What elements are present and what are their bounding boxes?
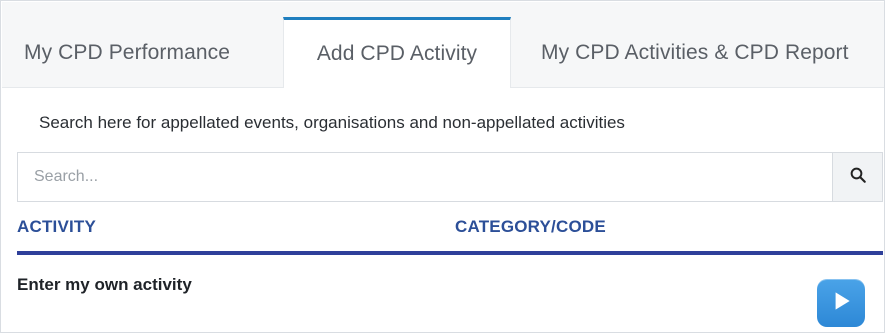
search-icon	[849, 166, 867, 189]
tab-my-cpd-activities-report[interactable]: My CPD Activities & CPD Report	[511, 18, 884, 88]
search-button[interactable]	[832, 153, 882, 201]
column-header-activity: ACTIVITY	[17, 217, 97, 236]
play-icon	[828, 288, 854, 319]
search-input[interactable]	[18, 153, 832, 201]
tab-label: My CPD Performance	[24, 41, 231, 64]
enter-own-activity-label: Enter my own activity	[17, 275, 192, 294]
add-cpd-panel: My CPD Performance Add CPD Activity My C…	[0, 0, 885, 333]
table-row: Enter my own activity	[17, 263, 883, 333]
tab-label: Add CPD Activity	[316, 42, 478, 65]
tab-label: My CPD Activities & CPD Report	[541, 41, 849, 64]
tab-my-cpd-performance[interactable]: My CPD Performance	[2, 18, 283, 88]
enter-own-activity-button[interactable]	[817, 279, 865, 327]
column-header-category-code: CATEGORY/CODE	[455, 217, 606, 236]
tab-add-cpd-activity[interactable]: Add CPD Activity	[283, 17, 511, 88]
search-help-text: Search here for appellated events, organ…	[39, 113, 625, 132]
tab-bar: My CPD Performance Add CPD Activity My C…	[2, 2, 884, 88]
search-bar	[17, 152, 883, 202]
header-divider	[17, 251, 883, 255]
